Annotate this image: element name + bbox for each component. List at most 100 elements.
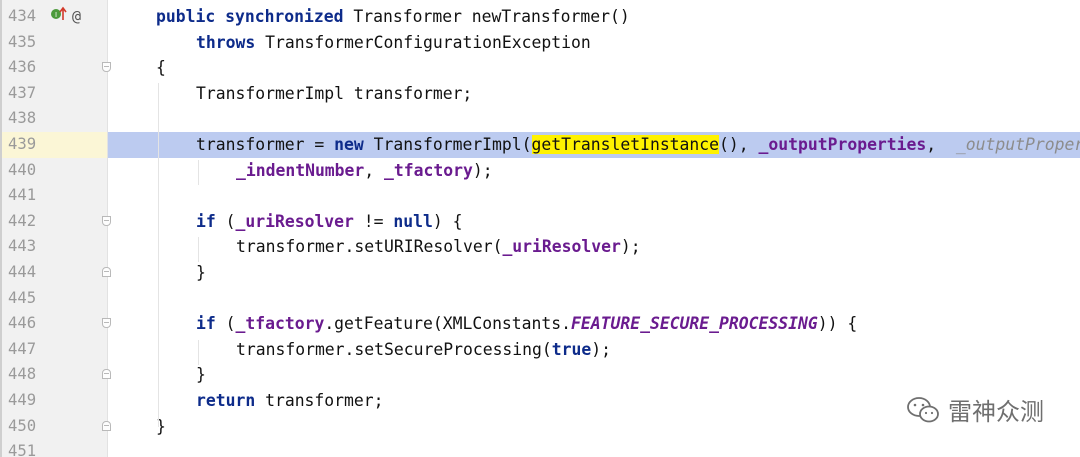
svg-text:I: I xyxy=(55,11,57,19)
code-line[interactable]: 440 _indentNumber, _tfactory); xyxy=(0,158,1080,184)
code-line[interactable]: 444} xyxy=(0,260,1080,286)
code-token: true xyxy=(551,339,592,359)
line-number: 447 xyxy=(8,339,37,358)
code-text[interactable]: TransformerImpl transformer; xyxy=(196,81,472,107)
line-number: 444 xyxy=(8,263,37,281)
line-number: 435 xyxy=(8,32,37,51)
code-line[interactable]: 442 if (_uriResolver != null) { xyxy=(0,209,1080,235)
code-token: TransformerConfigurationException xyxy=(255,32,591,52)
code-line[interactable]: 446 if (_tfactory.getFeature(XMLConstants… xyxy=(0,311,1080,337)
code-line[interactable]: 436 { xyxy=(0,55,1080,81)
fold-collapse-icon[interactable] xyxy=(102,62,111,73)
code-line[interactable]: 439 transformer = new TransformerImpl(get… xyxy=(0,132,1080,158)
code-token: if xyxy=(196,211,216,231)
indent-guide xyxy=(158,83,159,427)
code-token: null xyxy=(393,211,433,231)
code-token: synchronized xyxy=(225,7,344,26)
code-line[interactable]: 443 transformer.setURIResolver(_uriResolv… xyxy=(0,234,1080,260)
fold-end-icon[interactable] xyxy=(102,369,111,380)
fold-end-icon[interactable] xyxy=(102,420,111,431)
code-token: Transformer newTransformer() xyxy=(343,7,630,26)
code-token: TransformerImpl transformer; xyxy=(196,83,473,103)
line-number: 441 xyxy=(8,186,37,205)
code-text[interactable]: if (_uriResolver != null) { xyxy=(196,209,463,235)
code-text[interactable]: transformer.setURIResolver(_uriResolver)… xyxy=(236,234,641,260)
code-token: _tfactory xyxy=(384,160,473,180)
line-number: 437 xyxy=(8,83,37,102)
code-token: , xyxy=(926,135,956,154)
code-token: ( xyxy=(215,314,236,334)
indent-guide xyxy=(198,237,199,262)
code-token: ) { xyxy=(432,211,463,231)
code-token: != xyxy=(353,211,394,231)
wechat-icon xyxy=(907,396,939,422)
code-token: transformer; xyxy=(255,391,384,410)
code-token: throws xyxy=(196,32,256,52)
line-number: 440 xyxy=(8,160,37,179)
line-number: 443 xyxy=(8,237,37,256)
watermark: 雷神众测 xyxy=(906,392,1044,427)
code-text[interactable]: transformer.setSecureProcessing(true); xyxy=(236,337,611,363)
code-token: if xyxy=(196,314,216,334)
code-line[interactable]: 434 I @ public synchronized Transformer new… xyxy=(0,4,1080,30)
code-token: transformer = xyxy=(196,135,335,154)
code-token: ); xyxy=(472,160,493,180)
code-token: ); xyxy=(591,339,612,359)
code-line[interactable]: 448} xyxy=(0,362,1080,388)
code-line[interactable]: 437 TransformerImpl transformer; xyxy=(0,81,1080,107)
fold-collapse-icon[interactable] xyxy=(102,215,111,226)
code-text[interactable]: throws TransformerConfigurationException xyxy=(196,30,591,56)
code-token: _tfactory xyxy=(235,314,325,334)
fold-end-icon[interactable] xyxy=(102,267,111,277)
implementation-icon[interactable]: I xyxy=(50,4,68,30)
code-token: transformer.setURIResolver( xyxy=(236,237,503,257)
code-token: _indentNumber xyxy=(236,160,365,180)
code-token: (), xyxy=(719,135,759,154)
code-token: } xyxy=(196,365,206,385)
code-token: } xyxy=(196,263,206,282)
line-number: 450 xyxy=(8,416,37,435)
code-text[interactable]: } xyxy=(196,260,206,286)
code-token: { xyxy=(156,58,166,78)
parameter-hint: _outputProperties xyxy=(955,135,1080,154)
code-line[interactable]: 447 transformer.setSecureProcessing(true)… xyxy=(0,337,1080,363)
line-number: 436 xyxy=(8,58,37,77)
code-token: _uriResolver xyxy=(502,237,621,257)
code-line[interactable]: 435 throws TransformerConfigurationExcept… xyxy=(0,30,1080,56)
code-line[interactable]: 438 xyxy=(0,106,1080,132)
code-text[interactable]: _indentNumber, _tfactory); xyxy=(236,158,493,184)
annotation-at-icon[interactable]: @ xyxy=(72,4,81,30)
highlighted-identifier: getTransletInstance xyxy=(531,135,720,154)
line-number: 434 xyxy=(8,7,37,25)
line-number: 438 xyxy=(8,109,37,128)
code-text[interactable]: return transformer; xyxy=(196,388,384,414)
code-token: _uriResolver xyxy=(235,211,354,231)
fold-collapse-icon[interactable] xyxy=(102,318,111,329)
code-line[interactable]: 441 xyxy=(0,183,1080,209)
code-token: TransformerImpl( xyxy=(363,135,532,154)
indent-guide xyxy=(198,160,199,185)
code-token: return xyxy=(196,391,256,410)
line-number: 449 xyxy=(8,391,37,409)
code-line[interactable]: 445 xyxy=(0,286,1080,312)
code-token: )) { xyxy=(817,314,858,334)
code-token: transformer.setSecureProcessing( xyxy=(236,339,552,359)
code-text[interactable]: { xyxy=(156,55,166,81)
code-token: ); xyxy=(620,237,641,257)
indent-guide xyxy=(198,340,199,365)
code-token: public xyxy=(156,7,216,26)
code-text[interactable]: } xyxy=(196,362,206,388)
code-editor[interactable]: 434 I @ public synchronized Transformer new… xyxy=(0,0,1080,457)
code-line[interactable]: 451 xyxy=(0,439,1080,457)
code-text[interactable]: public synchronized Transformer newTrans… xyxy=(156,4,630,30)
line-number: 446 xyxy=(8,314,37,333)
code-token: ( xyxy=(215,211,236,231)
line-number: 439 xyxy=(8,135,37,153)
code-text[interactable]: if (_tfactory.getFeature(XMLConstants.FE… xyxy=(196,311,857,337)
line-number: 442 xyxy=(8,211,37,230)
code-token: , xyxy=(364,160,385,180)
code-text[interactable]: transformer = new TransformerImpl(getTra… xyxy=(196,132,1080,158)
code-token: _outputProperties xyxy=(758,135,927,154)
line-number: 448 xyxy=(8,365,37,384)
